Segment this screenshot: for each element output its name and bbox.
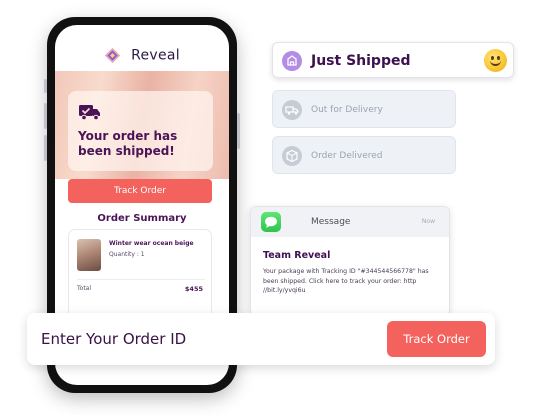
smiling-emoji-icon — [484, 49, 507, 72]
product-name: Winter wear ocean beige — [109, 240, 194, 247]
phone-track-order-button[interactable]: Track Order — [68, 179, 212, 203]
status-just-shipped: Just Shipped — [272, 42, 514, 78]
message-time: Now — [421, 218, 435, 225]
order-summary-card: Winter wear ocean beige Quantity : 1 Tot… — [68, 229, 212, 319]
message-notification[interactable]: Message Now Team Reveal Your package wit… — [250, 206, 450, 316]
brand-name: Reveal — [131, 47, 180, 64]
message-app-name: Message — [311, 217, 351, 227]
messages-app-icon — [261, 212, 281, 232]
status-order-delivered: Order Delivered — [272, 136, 456, 174]
phone-mute-switch — [44, 79, 47, 93]
summary-divider — [77, 279, 205, 280]
phone-power-button — [237, 113, 240, 149]
brand-header: Reveal — [55, 45, 229, 65]
total-label: Total — [77, 285, 92, 292]
status-label: Just Shipped — [311, 53, 411, 69]
status-label: Out for Delivery — [311, 105, 383, 115]
phone-volume-up — [44, 103, 47, 129]
shipped-card: Your order has been shipped! — [68, 91, 213, 171]
shipped-title: Your order has been shipped! — [78, 129, 178, 158]
delivery-truck-icon — [282, 100, 302, 120]
message-body: Your package with Tracking ID "#34454456… — [263, 268, 429, 294]
message-sender: Team Reveal — [263, 250, 331, 261]
order-id-input[interactable] — [41, 323, 371, 355]
product-image — [77, 239, 101, 271]
track-order-button[interactable]: Track Order — [387, 321, 486, 357]
hero-banner: Your order has been shipped! — [55, 71, 229, 179]
truck-check-icon — [79, 105, 100, 121]
reveal-logo-icon — [104, 47, 121, 64]
package-icon — [282, 51, 302, 71]
product-quantity: Quantity : 1 — [109, 251, 145, 258]
message-header: Message Now — [251, 207, 449, 237]
order-id-bar: Track Order — [27, 313, 495, 365]
status-out-for-delivery: Out for Delivery — [272, 90, 456, 128]
box-check-icon — [282, 146, 302, 166]
total-value: $455 — [184, 285, 203, 293]
status-label: Order Delivered — [311, 151, 383, 161]
phone-volume-down — [44, 135, 47, 161]
order-summary-title: Order Summary — [97, 213, 187, 224]
